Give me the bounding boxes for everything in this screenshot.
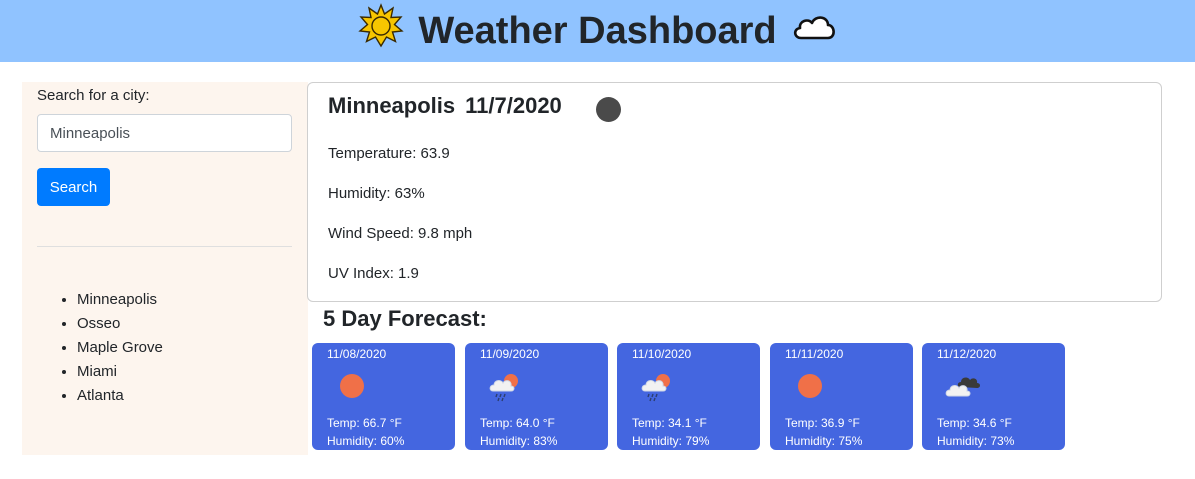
- forecast-date: 11/11/2020: [785, 347, 844, 361]
- forecast-date: 11/12/2020: [937, 347, 997, 361]
- weather-icon: [596, 97, 621, 122]
- search-label: Search for a city:: [37, 87, 150, 104]
- history-item[interactable]: Miami: [77, 360, 163, 384]
- divider: [37, 246, 292, 247]
- search-input[interactable]: [37, 114, 292, 152]
- current-date: 11/7/2020: [465, 93, 562, 118]
- forecast-temp: Temp: 34.6 °F: [937, 416, 1012, 430]
- history-item[interactable]: Osseo: [77, 312, 163, 336]
- forecast-card: 11/08/2020 Temp: 66.7 °F Humidity: 60%: [312, 343, 455, 450]
- current-title: Minneapolis 11/7/2020: [328, 93, 562, 119]
- forecast-date: 11/08/2020: [327, 347, 387, 361]
- search-history-list: Minneapolis Osseo Maple Grove Miami Atla…: [77, 288, 163, 408]
- current-city: Minneapolis: [328, 93, 456, 118]
- clouds-icon: [945, 377, 980, 397]
- sun-icon: [798, 374, 822, 398]
- forecast-temp: Temp: 66.7 °F: [327, 416, 402, 430]
- app-title-row: Weather Dashboard: [358, 3, 836, 59]
- history-item[interactable]: Atlanta: [77, 384, 163, 408]
- sun-icon: [358, 3, 405, 59]
- forecast-humidity: Humidity: 83%: [480, 434, 558, 448]
- forecast-card: 11/10/2020 Temp: 34.1 °F Humidity: 79%: [617, 343, 760, 450]
- forecast-humidity: Humidity: 79%: [632, 434, 710, 448]
- forecast-humidity: Humidity: 73%: [937, 434, 1015, 448]
- history-item[interactable]: Minneapolis: [77, 288, 163, 312]
- current-weather-card: Minneapolis 11/7/2020 Temperature: 63.9 …: [307, 82, 1162, 302]
- forecast-temp: Temp: 64.0 °F: [480, 416, 555, 430]
- header-bar: Weather Dashboard: [0, 0, 1195, 62]
- current-uv-index: UV Index: 1.9: [328, 265, 419, 282]
- sidebar: Search for a city: Search Minneapolis Os…: [22, 82, 308, 455]
- forecast-humidity: Humidity: 60%: [327, 434, 405, 448]
- forecast-card: 11/09/2020 Temp: 64.0 °F Humidity: 83%: [465, 343, 608, 450]
- history-item[interactable]: Maple Grove: [77, 336, 163, 360]
- sun-icon: [340, 374, 364, 398]
- forecast-humidity: Humidity: 75%: [785, 434, 863, 448]
- rain-icon: [489, 374, 518, 402]
- forecast-heading: 5 Day Forecast:: [323, 306, 487, 331]
- forecast-card: 11/11/2020 Temp: 36.9 °F Humidity: 75%: [770, 343, 913, 450]
- page-title: Weather Dashboard: [418, 9, 777, 52]
- forecast-temp: Temp: 34.1 °F: [632, 416, 707, 430]
- search-button[interactable]: Search: [37, 168, 110, 206]
- cloud-icon: [791, 10, 837, 53]
- forecast-card: 11/12/2020 Temp: 34.6 °F Humidity: 73%: [922, 343, 1065, 450]
- current-temperature: Temperature: 63.9: [328, 145, 450, 162]
- current-wind-speed: Wind Speed: 9.8 mph: [328, 225, 473, 242]
- forecast-temp: Temp: 36.9 °F: [785, 416, 860, 430]
- forecast-date: 11/10/2020: [632, 347, 692, 361]
- forecast-date: 11/09/2020: [480, 347, 540, 361]
- rain-icon: [641, 374, 670, 402]
- current-humidity: Humidity: 63%: [328, 185, 425, 202]
